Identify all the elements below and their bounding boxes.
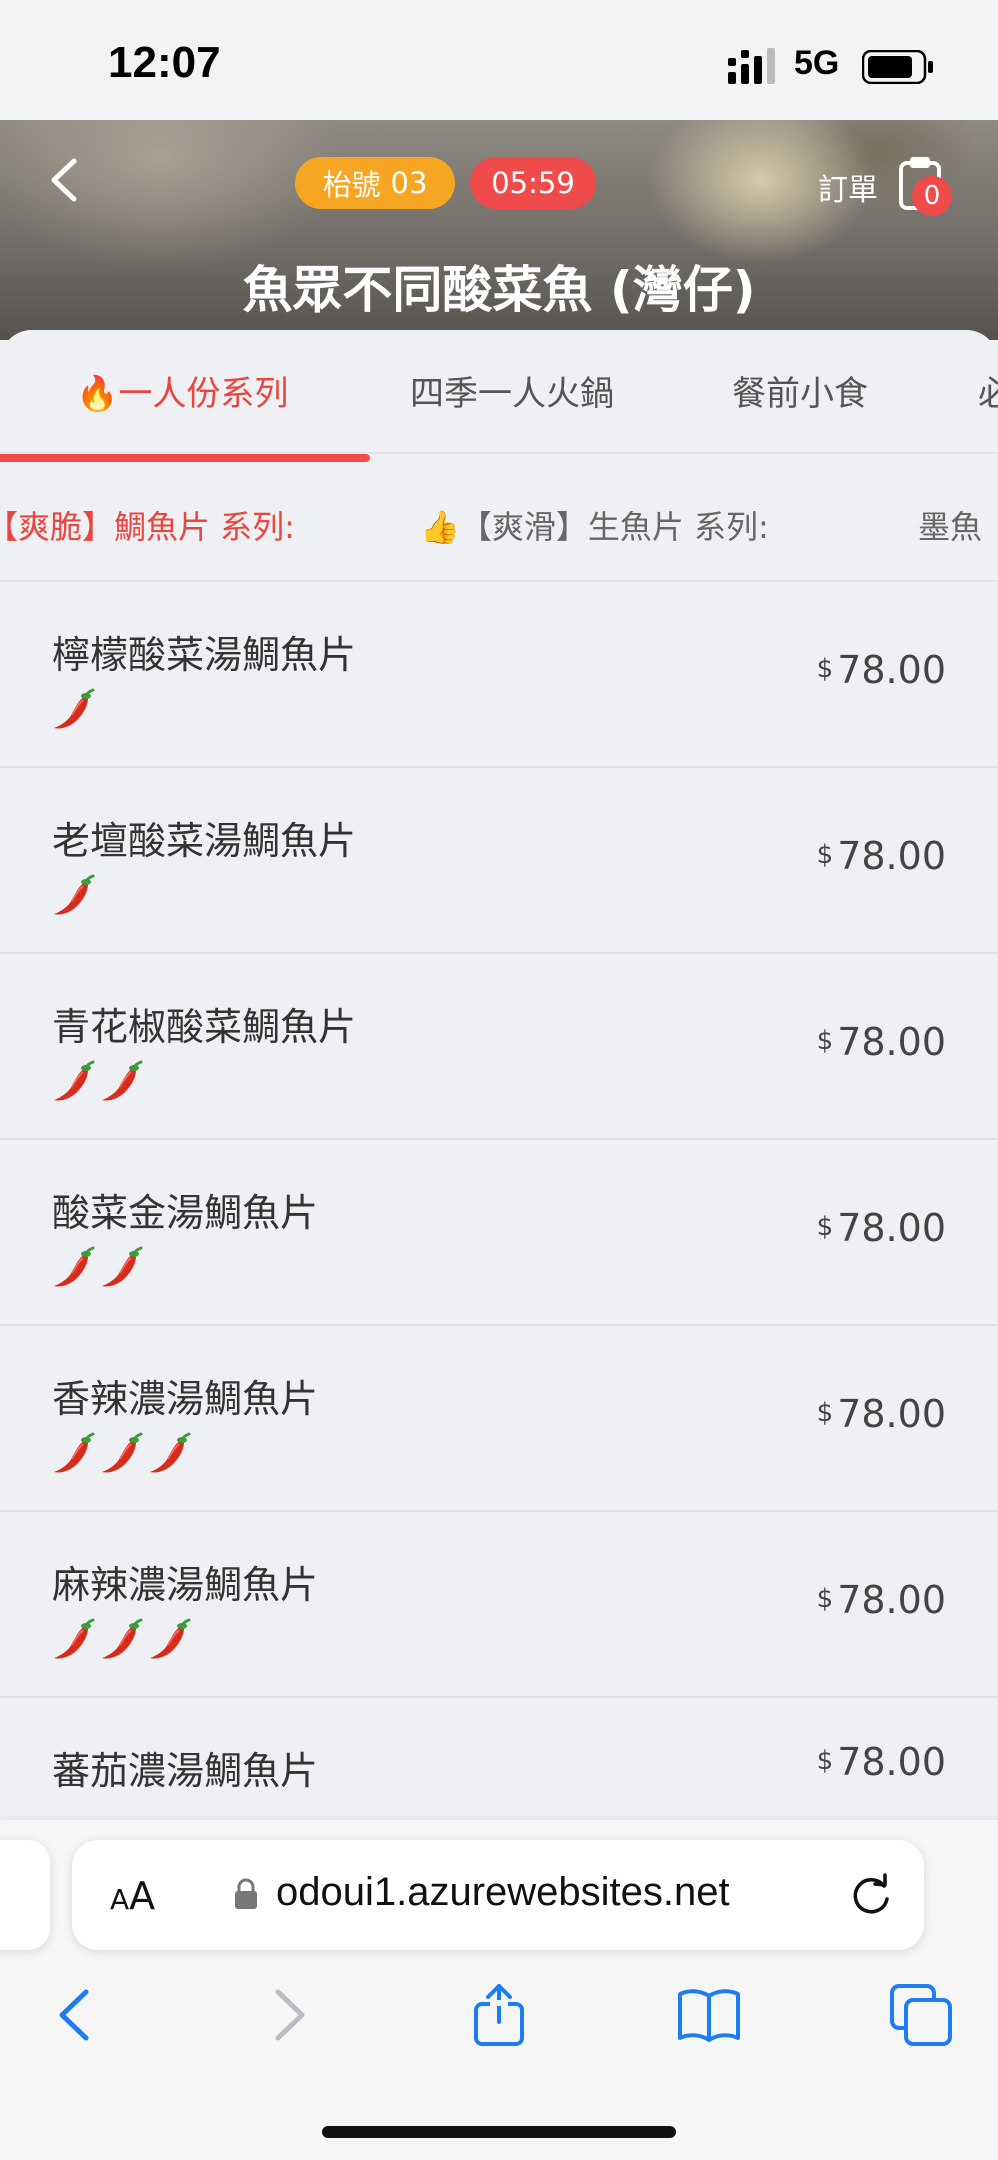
spice-level (50, 1430, 192, 1476)
menu-item-name: 香辣濃湯鯛魚片 (52, 1377, 319, 1421)
aa-small: A (110, 1883, 130, 1916)
table-number-badge: 枱號 03 (295, 157, 455, 209)
menu-item-name: 老壇酸菜湯鯛魚片 (52, 819, 357, 863)
menu-item-name: 青花椒酸菜鯛魚片 (52, 1005, 357, 1049)
store-title: 魚眾不同酸菜魚 (灣仔) (242, 261, 756, 319)
forward-nav-icon[interactable] (256, 1982, 322, 2048)
address-bar[interactable]: AA odoui1.azurewebsites.net (72, 1840, 924, 1950)
aa-large: A (129, 1874, 156, 1918)
chili-pepper-icon (54, 1246, 95, 1287)
order-link[interactable]: 訂單 (818, 165, 878, 209)
status-time: 12:07 (108, 38, 221, 87)
reload-icon[interactable] (848, 1872, 894, 1918)
menu-item[interactable]: 檸檬酸菜湯鯛魚片 $78.00 (0, 582, 998, 768)
chili-pepper-icon (150, 1432, 191, 1473)
sub-category-tabs: 【爽脆】鯛魚片 系列: 👍【爽滑】生魚片 系列: 墨魚 (0, 462, 998, 580)
back-nav-icon[interactable] (42, 1982, 108, 2048)
spice-level (50, 686, 96, 732)
url-text[interactable]: odoui1.azurewebsites.net (276, 1870, 730, 1915)
currency-symbol: $ (816, 1397, 834, 1428)
cellular-signal-icon (728, 48, 775, 84)
previous-tab-preview[interactable] (0, 1840, 50, 1950)
back-icon[interactable] (44, 155, 84, 205)
network-type: 5G (794, 44, 840, 82)
chili-pepper-icon (54, 688, 95, 729)
menu-item-price: $78.00 (817, 1020, 946, 1064)
menu-list: 檸檬酸菜湯鯛魚片 $78.00 老壇酸菜湯鯛魚片 $78.00 青花椒酸菜鯛魚片 $78.… (0, 582, 998, 1830)
menu-item-price: $78.00 (817, 1392, 946, 1436)
subtab-squid[interactable]: 墨魚 (918, 502, 982, 548)
spice-level (50, 1244, 144, 1290)
menu-item[interactable]: 蕃茄濃湯鯛魚片 $78.00 (0, 1698, 998, 1830)
price-amount: 78.00 (837, 1020, 946, 1064)
share-icon[interactable] (466, 1982, 532, 2048)
home-indicator (322, 2126, 676, 2138)
chili-pepper-icon (102, 1060, 143, 1101)
reader-settings-button[interactable]: AA (110, 1874, 155, 1918)
menu-item-price: $78.00 (817, 1206, 946, 1250)
cart-count-badge: 0 (912, 176, 952, 216)
menu-item-name: 麻辣濃湯鯛魚片 (52, 1563, 319, 1607)
table-number: 03 (390, 166, 428, 200)
chili-pepper-icon (102, 1432, 143, 1473)
price-amount: 78.00 (837, 1740, 946, 1784)
category-tabs: 🔥一人份系列 四季一人火鍋 餐前小食 必 (0, 330, 998, 452)
spice-level (50, 1616, 192, 1662)
price-amount: 78.00 (837, 1578, 946, 1622)
menu-sheet: 🔥一人份系列 四季一人火鍋 餐前小食 必 【爽脆】鯛魚片 系列: 👍【爽滑】生魚… (0, 330, 998, 1830)
status-bar: 12:07 5G (0, 0, 998, 120)
chili-pepper-icon (102, 1246, 143, 1287)
table-label: 枱號 (322, 168, 381, 202)
menu-item-name: 檸檬酸菜湯鯛魚片 (52, 633, 357, 677)
timer-badge: 05:59 (470, 157, 596, 209)
currency-symbol: $ (816, 1745, 834, 1776)
menu-item[interactable]: 青花椒酸菜鯛魚片 $78.00 (0, 954, 998, 1140)
menu-item-price: $78.00 (817, 648, 946, 692)
chili-pepper-icon (54, 1432, 95, 1473)
price-amount: 78.00 (837, 1392, 946, 1436)
browser-toolbar: AA odoui1.azurewebsites.net (0, 1820, 998, 2160)
menu-item[interactable]: 麻辣濃湯鯛魚片 $78.00 (0, 1512, 998, 1698)
chili-pepper-icon (54, 1618, 95, 1659)
currency-symbol: $ (816, 1211, 834, 1242)
spice-level (50, 872, 96, 918)
lock-icon (235, 1878, 257, 1909)
price-amount: 78.00 (837, 834, 946, 878)
active-tab-indicator (0, 454, 370, 462)
menu-item-price: $78.00 (817, 834, 946, 878)
price-amount: 78.00 (837, 648, 946, 692)
price-amount: 78.00 (837, 1206, 946, 1250)
chili-pepper-icon (54, 874, 95, 915)
currency-symbol: $ (816, 1583, 834, 1614)
store-header: 枱號 03 05:59 訂單 0 魚眾不同酸菜魚 (灣仔) (0, 120, 998, 340)
tab-single-portion[interactable]: 🔥一人份系列 (76, 366, 288, 415)
spice-level (50, 1058, 144, 1104)
currency-symbol: $ (816, 839, 834, 870)
subtab-snakehead[interactable]: 👍【爽滑】生魚片 系列: (420, 502, 769, 548)
tab-appetizers[interactable]: 餐前小食 (732, 366, 868, 415)
subtab-snapper[interactable]: 【爽脆】鯛魚片 系列: (0, 502, 295, 548)
menu-item-price: $78.00 (817, 1578, 946, 1622)
timer-value: 05:59 (491, 166, 575, 200)
battery-icon (862, 50, 933, 84)
menu-item-name: 蕃茄濃湯鯛魚片 (52, 1749, 319, 1793)
menu-item[interactable]: 香辣濃湯鯛魚片 $78.00 (0, 1326, 998, 1512)
tab-next-category[interactable]: 必 (978, 366, 998, 415)
menu-item-price: $78.00 (817, 1740, 946, 1784)
currency-symbol: $ (816, 653, 834, 684)
currency-symbol: $ (816, 1025, 834, 1056)
bookmarks-icon[interactable] (676, 1982, 742, 2048)
chili-pepper-icon (150, 1618, 191, 1659)
menu-item[interactable]: 老壇酸菜湯鯛魚片 $78.00 (0, 768, 998, 954)
tab-hotpot[interactable]: 四季一人火鍋 (410, 366, 614, 415)
chili-pepper-icon (102, 1618, 143, 1659)
menu-item-name: 酸菜金湯鯛魚片 (52, 1191, 319, 1235)
tabs-icon[interactable] (888, 1982, 954, 2048)
chili-pepper-icon (54, 1060, 95, 1101)
menu-item[interactable]: 酸菜金湯鯛魚片 $78.00 (0, 1140, 998, 1326)
